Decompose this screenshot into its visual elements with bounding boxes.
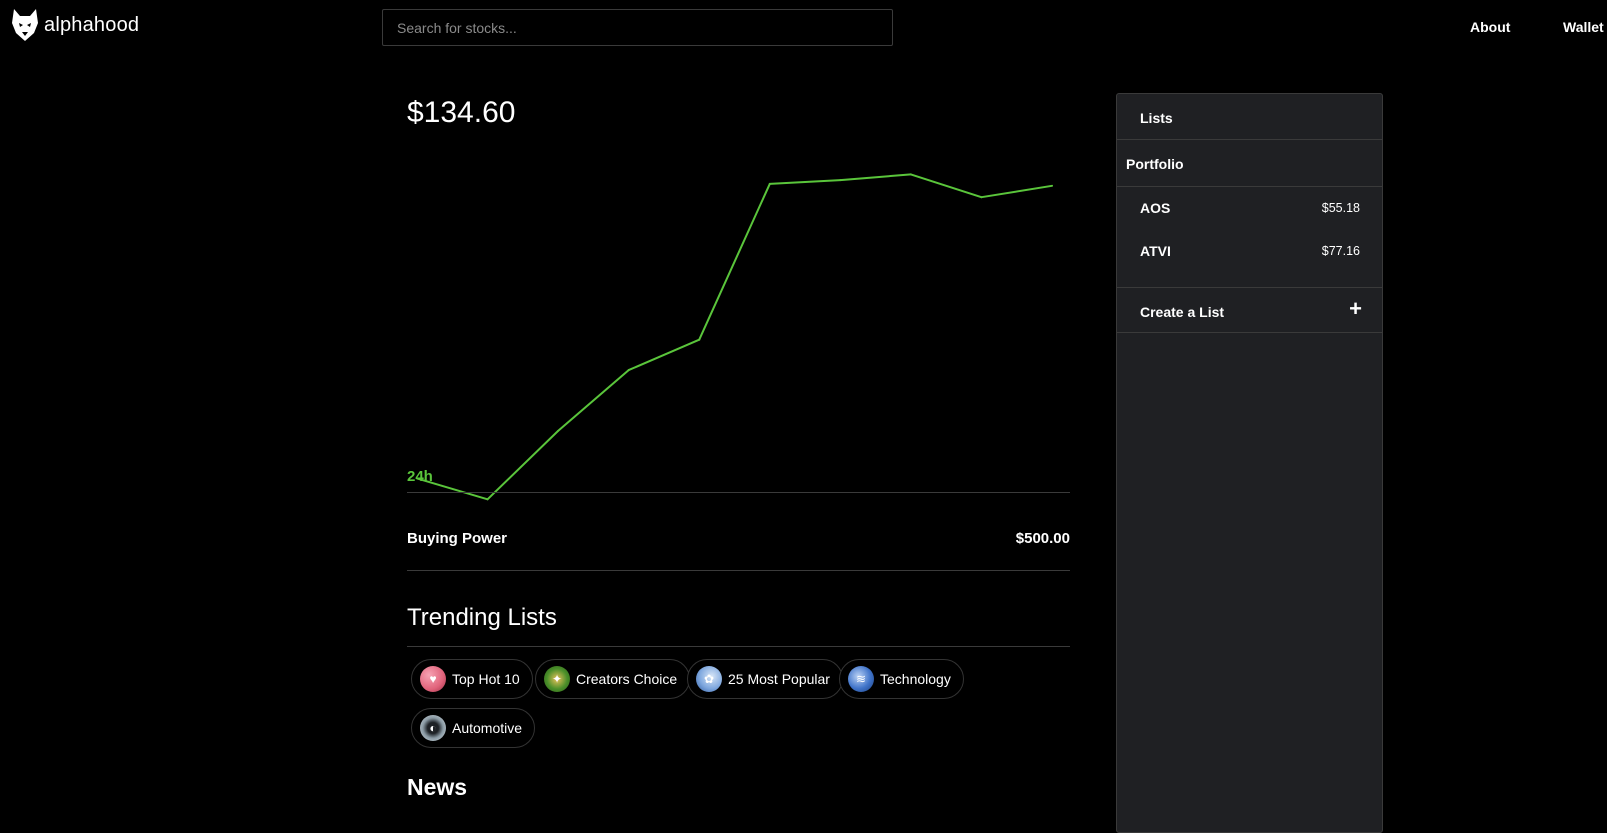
portfolio-value: $134.60 bbox=[407, 96, 516, 129]
chip-label: Top Hot 10 bbox=[452, 671, 520, 687]
range-24h-button[interactable]: 24h bbox=[407, 468, 433, 485]
chart-line-segment bbox=[557, 369, 630, 432]
chip-label: Technology bbox=[880, 671, 951, 687]
star-avatar-icon: ✦ bbox=[544, 666, 570, 692]
chip-label: Automotive bbox=[452, 720, 523, 736]
fire-avatar-icon: ♥ bbox=[420, 666, 446, 692]
divider bbox=[1117, 186, 1382, 187]
buying-power-label: Buying Power bbox=[407, 530, 508, 547]
divider bbox=[1117, 287, 1382, 288]
divider bbox=[407, 646, 1070, 647]
chip-automotive[interactable]: ◐ Automotive bbox=[411, 708, 536, 748]
chip-technology[interactable]: ≋ Technology bbox=[839, 659, 964, 699]
news-title: News bbox=[407, 774, 468, 800]
chart-line-segment bbox=[909, 173, 983, 199]
portfolio-line-chart bbox=[416, 173, 1053, 501]
car-avatar-icon: ◐ bbox=[420, 715, 446, 741]
lists-sidebar: Lists Portfolio AOS $55.18 ATVI $77.16 C… bbox=[1116, 93, 1383, 833]
logo[interactable]: alphahood bbox=[10, 7, 139, 43]
chip-25-most-popular[interactable]: ✿ 25 Most Popular bbox=[687, 659, 843, 699]
divider bbox=[1117, 332, 1382, 333]
list-item[interactable]: AOS $55.18 bbox=[1117, 200, 1382, 220]
divider bbox=[407, 570, 1070, 571]
buying-power-value: $500.00 bbox=[1015, 530, 1070, 547]
list-item[interactable]: ATVI $77.16 bbox=[1117, 243, 1382, 263]
chart-line-segment bbox=[627, 338, 701, 372]
stock-symbol[interactable]: AOS bbox=[1140, 200, 1170, 216]
tech-avatar-icon: ≋ bbox=[848, 666, 874, 692]
chip-top-hot-10[interactable]: ♥ Top Hot 10 bbox=[411, 659, 533, 699]
trending-lists-title: Trending Lists bbox=[407, 604, 557, 631]
chip-creators-choice[interactable]: ✦ Creators Choice bbox=[535, 659, 691, 699]
portfolio-header[interactable]: Portfolio bbox=[1126, 156, 1391, 172]
chip-label: Creators Choice bbox=[576, 671, 678, 687]
logo-text: alphahood bbox=[44, 13, 140, 36]
chart-line-segment bbox=[839, 173, 912, 182]
nav-wallet-link[interactable]: Wallet bbox=[1563, 19, 1604, 35]
chart-line-segment bbox=[698, 182, 771, 341]
divider bbox=[407, 492, 1070, 493]
chart-line-segment bbox=[980, 184, 1053, 199]
stock-symbol[interactable]: ATVI bbox=[1140, 243, 1171, 259]
divider bbox=[1117, 139, 1382, 140]
search-input[interactable] bbox=[382, 9, 893, 46]
nav-about-link[interactable]: About bbox=[1470, 19, 1510, 35]
create-list-button[interactable]: Create a List bbox=[1140, 304, 1405, 320]
chart-line-segment bbox=[768, 179, 842, 185]
chip-label: 25 Most Popular bbox=[728, 671, 830, 687]
plus-icon[interactable]: + bbox=[1349, 296, 1362, 322]
chart-line-segment bbox=[486, 429, 560, 501]
top-nav-bar: alphahood About Wallet bbox=[0, 0, 1607, 56]
popular-avatar-icon: ✿ bbox=[696, 666, 722, 692]
stock-price: $55.18 bbox=[1321, 201, 1360, 215]
stock-price: $77.16 bbox=[1321, 244, 1360, 258]
wolf-logo-icon bbox=[12, 9, 38, 41]
lists-header: Lists bbox=[1140, 110, 1173, 126]
